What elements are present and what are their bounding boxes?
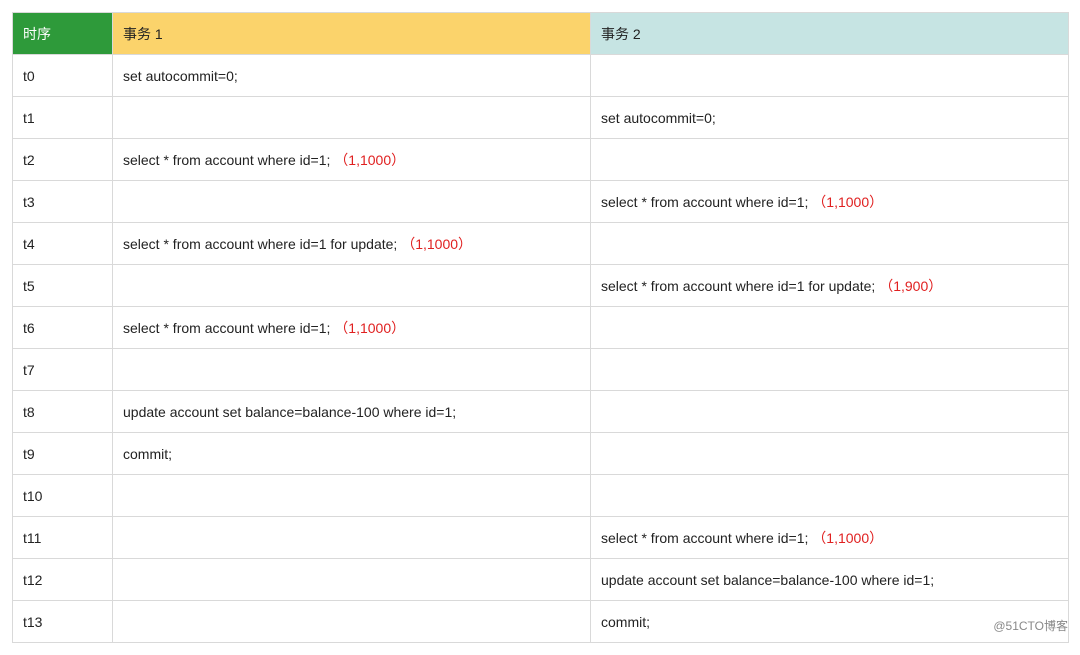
tx1-cell: select * from account where id=1; （1,100… <box>113 307 591 349</box>
tx2-cell <box>591 391 1069 433</box>
sql-text: select * from account where id=1 for upd… <box>601 278 875 294</box>
tx1-cell <box>113 181 591 223</box>
tx1-cell <box>113 601 591 643</box>
table-row: t13 commit; <box>13 601 1069 643</box>
table-row: t11 select * from account where id=1; （1,… <box>13 517 1069 559</box>
sql-text: commit; <box>601 614 650 630</box>
tx2-cell: select * from account where id=1 for upd… <box>591 265 1069 307</box>
watermark: @51CTO博客 <box>993 617 1068 634</box>
table-row: t6select * from account where id=1; （1,1… <box>13 307 1069 349</box>
sql-text: select * from account where id=1; <box>601 194 808 210</box>
table-row: t7 <box>13 349 1069 391</box>
time-cell: t5 <box>13 265 113 307</box>
table-row: t1 set autocommit=0; <box>13 97 1069 139</box>
tx1-cell: commit; <box>113 433 591 475</box>
transaction-table: 时序 事务 1 事务 2 t0 set autocommit=0; t1 set au… <box>12 12 1069 643</box>
tx1-cell <box>113 349 591 391</box>
tx2-cell <box>591 223 1069 265</box>
tx1-cell <box>113 265 591 307</box>
result-note: （1,1000） <box>401 236 472 252</box>
table-header-row: 时序 事务 1 事务 2 <box>13 13 1069 55</box>
sql-text: select * from account where id=1; <box>123 152 330 168</box>
time-cell: t11 <box>13 517 113 559</box>
sql-text: update account set balance=balance-100 w… <box>601 572 934 588</box>
tx2-cell <box>591 433 1069 475</box>
tx2-cell <box>591 475 1069 517</box>
tx1-cell <box>113 97 591 139</box>
sql-text: select * from account where id=1; <box>123 320 330 336</box>
result-note: （1,1000） <box>334 320 405 336</box>
table-row: t3 select * from account where id=1; （1,1… <box>13 181 1069 223</box>
sql-text: commit; <box>123 446 172 462</box>
table-row: t12 update account set balance=balance-10… <box>13 559 1069 601</box>
tx2-cell <box>591 55 1069 97</box>
tx2-cell: update account set balance=balance-100 w… <box>591 559 1069 601</box>
header-time: 时序 <box>13 13 113 55</box>
sql-text: select * from account where id=1 for upd… <box>123 236 397 252</box>
header-tx2: 事务 2 <box>591 13 1069 55</box>
table-row: t8 update account set balance=balance-100… <box>13 391 1069 433</box>
result-note: （1,1000） <box>334 152 405 168</box>
sql-text: set autocommit=0; <box>123 68 238 84</box>
tx1-cell <box>113 475 591 517</box>
time-cell: t6 <box>13 307 113 349</box>
sql-text: select * from account where id=1; <box>601 530 808 546</box>
tx2-cell: select * from account where id=1; （1,100… <box>591 517 1069 559</box>
tx2-cell <box>591 349 1069 391</box>
header-tx1: 事务 1 <box>113 13 591 55</box>
tx1-cell: update account set balance=balance-100 w… <box>113 391 591 433</box>
tx2-cell <box>591 307 1069 349</box>
tx1-cell <box>113 559 591 601</box>
time-cell: t7 <box>13 349 113 391</box>
time-cell: t13 <box>13 601 113 643</box>
time-cell: t8 <box>13 391 113 433</box>
tx1-cell: select * from account where id=1; （1,100… <box>113 139 591 181</box>
tx2-cell: select * from account where id=1; （1,100… <box>591 181 1069 223</box>
tx2-cell <box>591 139 1069 181</box>
table-row: t10 <box>13 475 1069 517</box>
time-cell: t0 <box>13 55 113 97</box>
time-cell: t10 <box>13 475 113 517</box>
time-cell: t12 <box>13 559 113 601</box>
table-row: t2select * from account where id=1; （1,1… <box>13 139 1069 181</box>
time-cell: t1 <box>13 97 113 139</box>
time-cell: t4 <box>13 223 113 265</box>
time-cell: t3 <box>13 181 113 223</box>
tx1-cell: set autocommit=0; <box>113 55 591 97</box>
tx1-cell: select * from account where id=1 for upd… <box>113 223 591 265</box>
sql-text: set autocommit=0; <box>601 110 716 126</box>
tx2-cell: set autocommit=0; <box>591 97 1069 139</box>
sql-text: update account set balance=balance-100 w… <box>123 404 456 420</box>
table-row: t0 set autocommit=0; <box>13 55 1069 97</box>
table-row: t4 select * from account where id=1 for u… <box>13 223 1069 265</box>
table-row: t5 select * from account where id=1 for u… <box>13 265 1069 307</box>
result-note: （1,1000） <box>812 530 883 546</box>
time-cell: t9 <box>13 433 113 475</box>
tx1-cell <box>113 517 591 559</box>
time-cell: t2 <box>13 139 113 181</box>
table-row: t9 commit; <box>13 433 1069 475</box>
result-note: （1,900） <box>879 278 942 294</box>
result-note: （1,1000） <box>812 194 883 210</box>
